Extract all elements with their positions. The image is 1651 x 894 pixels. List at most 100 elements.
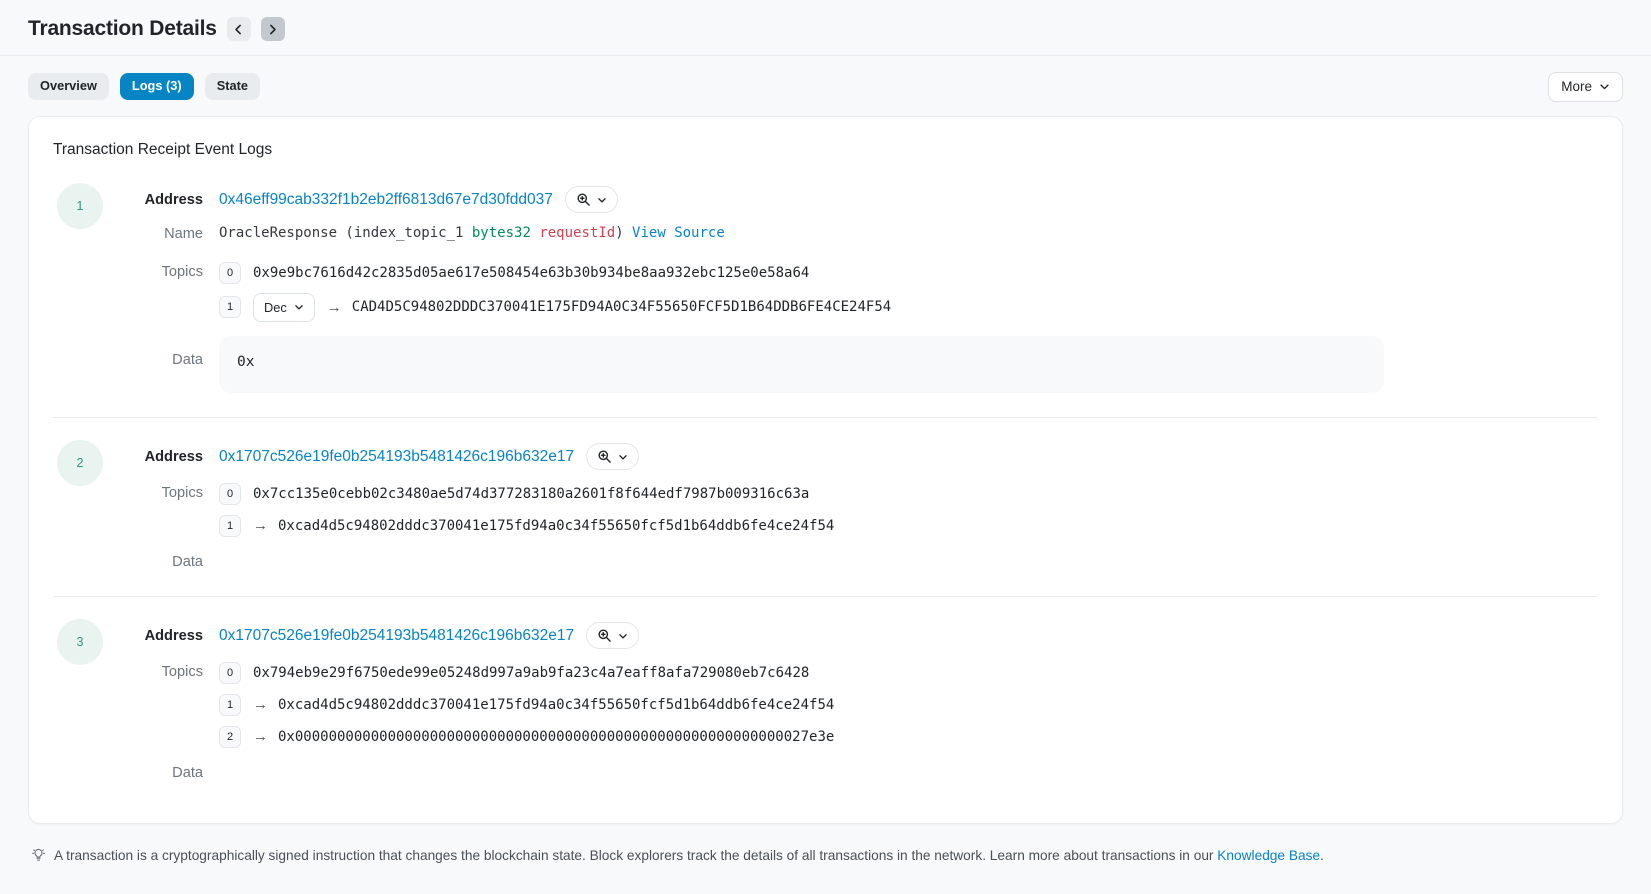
topic-arrow: → (253, 517, 268, 534)
topic-row: 1 Dec → CAD4D5C94802DDDC370041E175FD94A0… (219, 293, 1598, 322)
topics-label: Topics (53, 264, 203, 280)
topic-arrow: → (327, 299, 342, 316)
footer-text-suffix: . (1320, 848, 1324, 863)
address-link[interactable]: 0x46eff99cab332f1b2eb2ff6813d67e7d30fdd0… (219, 191, 553, 209)
topics-list: 0 0x9e9bc7616d42c2835d05ae617e508454e63b… (219, 261, 1598, 322)
event-log: 2 Address 0x1707c526e19fe0b254193b548142… (53, 442, 1598, 572)
name-label: Name (53, 226, 203, 242)
topic-arrow: → (253, 696, 268, 713)
signature-part-type: bytes32 (472, 225, 531, 241)
chevron-down-icon (1599, 81, 1610, 92)
topic-row: 0 0x794eb9e29f6750ede99e05248d997a9ab9fa… (219, 661, 1598, 685)
address-row: Address 0x1707c526e19fe0b254193b5481426c… (219, 621, 1598, 651)
address-zoom-button[interactable] (586, 622, 639, 649)
data-row: Data (219, 763, 1598, 783)
topics-list: 0 0x7cc135e0cebb02c3480ae5d74d377283180a… (219, 482, 1598, 538)
topic-value: 0xcad4d5c94802dddc370041e175fd94a0c34f55… (278, 518, 834, 534)
tab-overview[interactable]: Overview (28, 73, 109, 100)
more-button[interactable]: More (1548, 72, 1623, 102)
chevron-right-icon (266, 23, 279, 36)
tabs: Overview Logs (3) State (28, 73, 260, 100)
event-log: 1 Address 0x46eff99cab332f1b2eb2ff6813d6… (53, 185, 1598, 393)
address-row: Address 0x46eff99cab332f1b2eb2ff6813d67e… (219, 185, 1598, 215)
tab-logs-3[interactable]: Logs (3) (120, 73, 194, 100)
signature-part-param: requestId (531, 225, 615, 241)
page-header: Transaction Details (28, 0, 1623, 55)
data-label: Data (53, 352, 203, 368)
footer-text-body: A transaction is a cryptographically sig… (54, 848, 1217, 863)
page: Transaction Details (0, 0, 1651, 55)
log-divider (53, 417, 1598, 418)
topic-index-badge: 2 (219, 726, 241, 748)
topic-row: 2 → 0x0000000000000000000000000000000000… (219, 725, 1598, 749)
topic-value: 0xcad4d5c94802dddc370041e175fd94a0c34f55… (278, 697, 834, 713)
tab-row: Overview Logs (3) State More (28, 56, 1623, 116)
address-link[interactable]: 0x1707c526e19fe0b254193b5481426c196b632e… (219, 448, 574, 466)
data-value: 0x (237, 354, 254, 370)
prev-transaction-button[interactable] (227, 17, 251, 41)
topic-row: 0 0x9e9bc7616d42c2835d05ae617e508454e63b… (219, 261, 1598, 285)
name-row: Name OracleResponse (index_topic_1 bytes… (219, 225, 1598, 245)
next-transaction-button[interactable] (261, 17, 285, 41)
address-row: Address 0x1707c526e19fe0b254193b5481426c… (219, 442, 1598, 472)
data-label: Data (53, 765, 203, 781)
topic-index-badge: 0 (219, 662, 241, 684)
footer-text: A transaction is a cryptographically sig… (54, 846, 1324, 865)
chevron-down-icon (294, 302, 304, 312)
data-row: Data (219, 552, 1598, 572)
signature-part-plain: ) (615, 225, 632, 241)
address-label: Address (53, 628, 203, 644)
tab-state[interactable]: State (205, 73, 260, 100)
chevron-down-icon (597, 195, 607, 205)
topic-value: CAD4D5C94802DDDC370041E175FD94A0C34F5565… (352, 299, 891, 315)
topic-index-badge: 0 (219, 483, 241, 505)
topic-index-badge: 1 (219, 296, 241, 318)
view-source-link[interactable]: View Source (632, 225, 725, 241)
knowledge-base-link[interactable]: Knowledge Base (1217, 848, 1320, 863)
log-divider (53, 596, 1598, 597)
more-button-label: More (1561, 80, 1592, 94)
topic-decode-value: Dec (264, 300, 287, 315)
page-title: Transaction Details (28, 17, 217, 41)
logs-list: 1 Address 0x46eff99cab332f1b2eb2ff6813d6… (53, 185, 1598, 783)
data-value-box: 0x (219, 336, 1384, 393)
chevron-down-icon (618, 631, 628, 641)
topic-row: 1 → 0xcad4d5c94802dddc370041e175fd94a0c3… (219, 693, 1598, 717)
event-logs-card: Transaction Receipt Event Logs 1 Address… (28, 116, 1623, 824)
data-label: Data (53, 554, 203, 570)
topic-index-badge: 1 (219, 515, 241, 537)
footer-note: A transaction is a cryptographically sig… (28, 846, 1623, 867)
topic-row: 1 → 0xcad4d5c94802dddc370041e175fd94a0c3… (219, 514, 1598, 538)
address-link[interactable]: 0x1707c526e19fe0b254193b5481426c196b632e… (219, 627, 574, 645)
topics-block: Topics 0 0x9e9bc7616d42c2835d05ae617e508… (219, 261, 1598, 322)
topics-block: Topics 0 0x794eb9e29f6750ede99e05248d997… (219, 661, 1598, 749)
topics-label: Topics (53, 485, 203, 501)
event-signature: OracleResponse (index_topic_1 bytes32 re… (219, 225, 632, 241)
topics-block: Topics 0 0x7cc135e0cebb02c3480ae5d74d377… (219, 482, 1598, 538)
address-zoom-button[interactable] (586, 443, 639, 470)
topic-index-badge: 0 (219, 262, 241, 284)
topic-decode-dropdown[interactable]: Dec (253, 293, 315, 322)
topic-value: 0x9e9bc7616d42c2835d05ae617e508454e63b30… (253, 265, 809, 281)
lightbulb-icon (31, 847, 46, 867)
topic-row: 0 0x7cc135e0cebb02c3480ae5d74d377283180a… (219, 482, 1598, 506)
data-row: Data 0x (219, 336, 1598, 393)
chevron-left-icon (232, 23, 245, 36)
topic-value: 0x7cc135e0cebb02c3480ae5d74d377283180a26… (253, 486, 809, 502)
magnifier-plus-icon (597, 628, 612, 643)
card-title: Transaction Receipt Event Logs (53, 141, 1598, 159)
magnifier-plus-icon (576, 192, 591, 207)
address-label: Address (53, 192, 203, 208)
address-label: Address (53, 449, 203, 465)
event-log: 3 Address 0x1707c526e19fe0b254193b548142… (53, 621, 1598, 783)
signature-part-plain: OracleResponse (index_topic_1 (219, 225, 472, 241)
address-zoom-button[interactable] (565, 186, 618, 213)
chevron-down-icon (618, 452, 628, 462)
topic-value: 0x00000000000000000000000000000000000000… (278, 729, 834, 745)
topic-arrow: → (253, 728, 268, 745)
magnifier-plus-icon (597, 449, 612, 464)
topic-value: 0x794eb9e29f6750ede99e05248d997a9ab9fa23… (253, 665, 809, 681)
topics-list: 0 0x794eb9e29f6750ede99e05248d997a9ab9fa… (219, 661, 1598, 749)
topic-index-badge: 1 (219, 694, 241, 716)
topics-label: Topics (53, 664, 203, 680)
